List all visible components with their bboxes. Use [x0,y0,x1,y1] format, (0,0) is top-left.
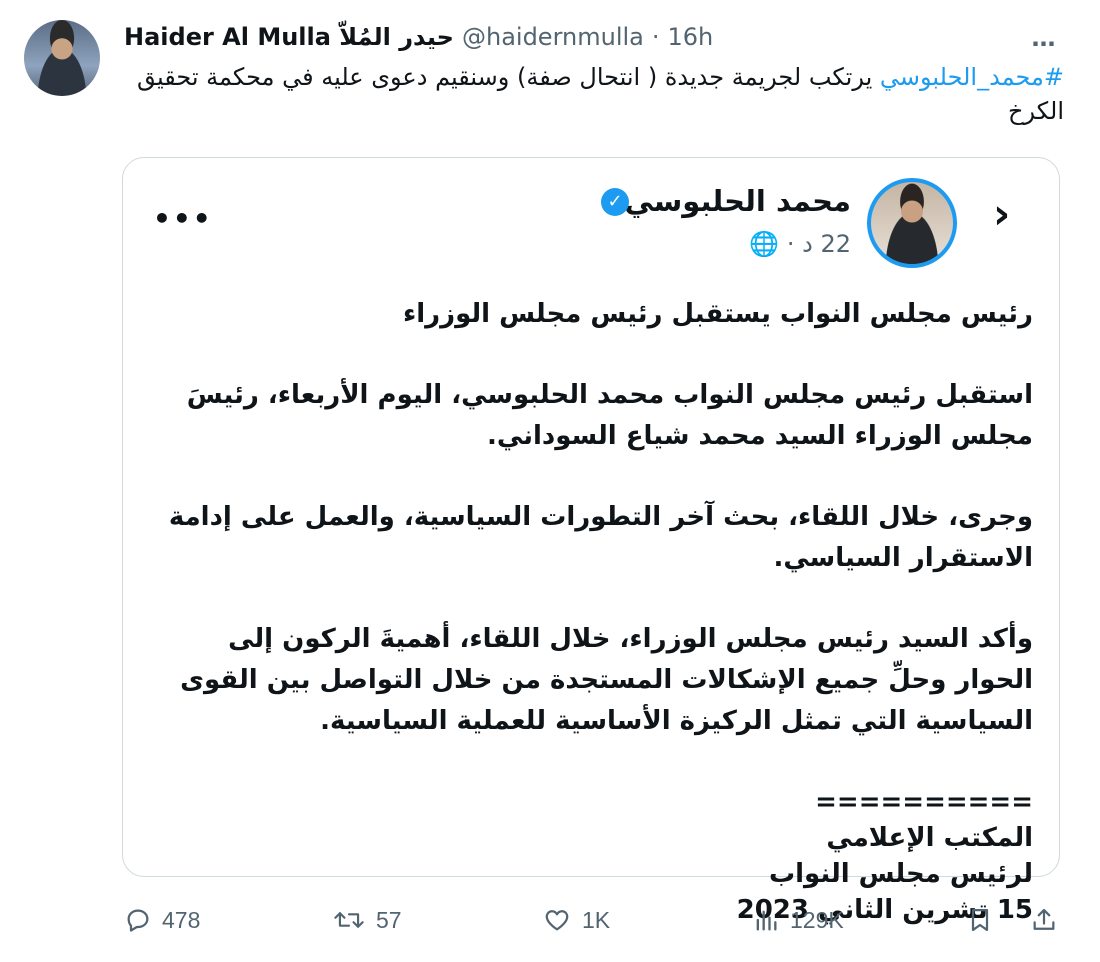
bookmark-icon [971,908,989,932]
author-handle[interactable]: @haidernmulla [462,23,644,51]
card-paragraph-1: استقبل رئيس مجلس النواب محمد الحلبوسي، ا… [186,380,1033,451]
card-headline: رئيس مجلس النواب يستقبل رئيس مجلس الوزرا… [402,299,1033,329]
share-button[interactable] [1030,900,1058,940]
tweet[interactable]: Haider Al Mulla حيدر المُلاّ @haidernmul… [0,0,1100,962]
chevron-right-icon: › [993,189,1011,238]
signature-divider: ========== [815,787,1033,817]
more-options-icon[interactable]: … [1026,24,1062,52]
embedded-image-post[interactable]: ••• › محمد الحلبوسي ✓ 22 د · 🌐 رئيس مجلس… [122,157,1060,925]
repost-count: 57 [376,906,402,933]
bookmark-button[interactable] [966,900,994,940]
card-paragraph-3: وأكد السيد رئيس مجلس الوزراء، خلال اللقا… [180,624,1033,736]
separator-dot: · [651,23,660,51]
share-icon [1033,908,1055,930]
tweet-header: Haider Al Mulla حيدر المُلاّ @haidernmul… [124,20,713,54]
card-paragraph-2: وجرى، خلال اللقاء، بحث آخر التطورات السي… [168,502,1033,573]
repost-button[interactable]: 57 [332,900,402,940]
card-more-icon: ••• [153,202,213,235]
verified-badge-icon: ✓ [601,188,629,216]
tweet-actions-bar: 478 57 1K 129K [0,900,1100,940]
card-author-avatar [867,178,957,268]
tweet-text: #محمد_الحلبوسي يرتكب لجريمة جديدة ( انتح… [124,60,1064,128]
reply-count: 478 [162,906,201,933]
card-author-name: محمد الحلبوسي [624,184,851,218]
signature-office: المكتب الإعلامي [826,823,1033,853]
like-button[interactable]: 1K [542,900,610,940]
reply-button[interactable]: 478 [124,900,200,940]
author-avatar[interactable] [24,20,100,96]
views-count: 129K [790,906,844,933]
views-button[interactable]: 129K [752,900,844,940]
tweet-timestamp[interactable]: 16h [668,23,714,51]
hashtag-link[interactable]: #محمد_الحلبوسي [880,63,1064,91]
card-post-body: رئيس مجلس النواب يستقبل رئيس مجلس الوزرا… [157,294,1033,928]
views-icon [756,910,777,931]
heart-icon [545,910,569,931]
reply-icon [127,909,149,932]
author-display-name[interactable]: Haider Al Mulla حيدر المُلاّ [124,23,454,51]
repost-icon [334,912,364,928]
like-count: 1K [582,906,611,933]
card-post-meta: 22 د · 🌐 [749,230,851,258]
signature-title: لرئيس مجلس النواب [769,859,1033,889]
